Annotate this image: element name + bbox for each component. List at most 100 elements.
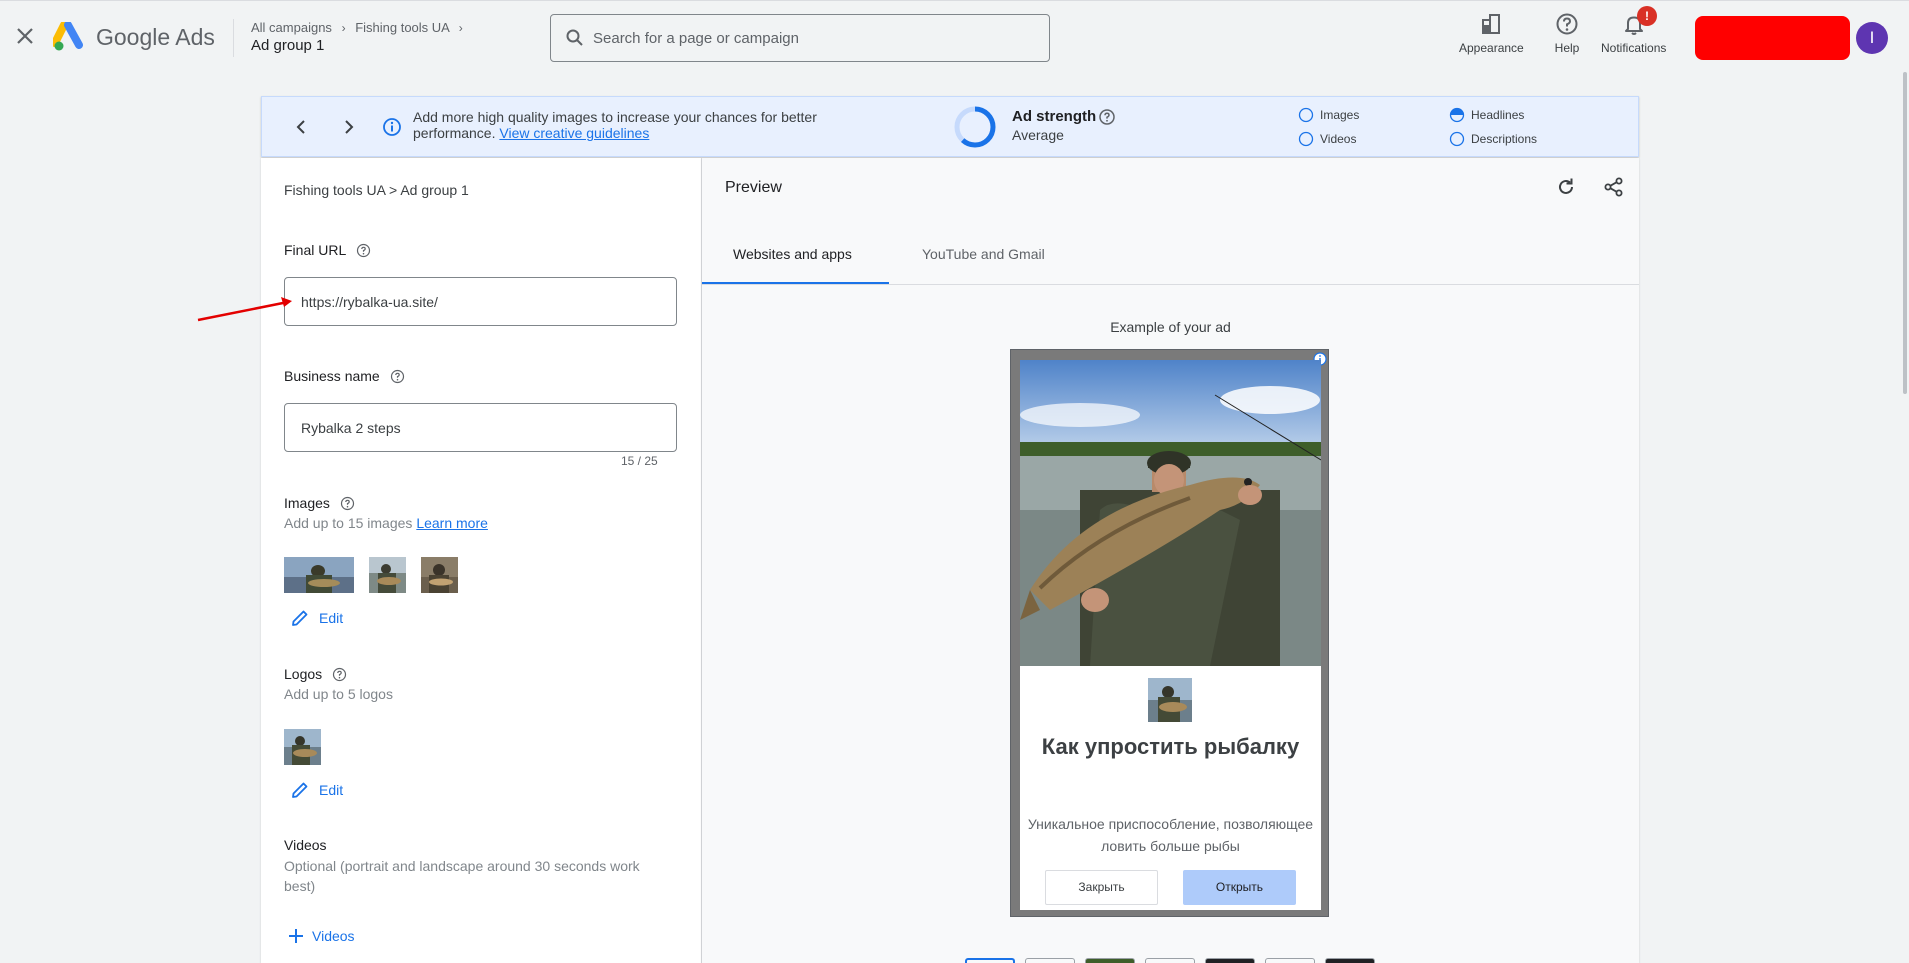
appearance-label: Appearance [1459, 41, 1524, 55]
preview-variant-thumb[interactable] [1025, 958, 1075, 963]
final-url-value: https://rybalka-ua.site/ [301, 294, 438, 310]
empty-circle-icon [1449, 131, 1465, 147]
edit-images-label: Edit [319, 610, 344, 626]
chevron-right-icon[interactable]: › [459, 21, 463, 35]
final-url-label: Final URL [284, 242, 371, 258]
final-url-field[interactable]: https://rybalka-ua.site/ [284, 277, 677, 326]
notifications-label: Notifications [1601, 41, 1667, 55]
logo-thumbnail[interactable] [284, 729, 321, 765]
tab-divider [702, 284, 1639, 285]
logos-hint: Add up to 5 logos [284, 686, 393, 702]
checklist-descriptions-label: Descriptions [1471, 132, 1538, 146]
checklist-images-label: Images [1320, 108, 1360, 122]
preview-variant-thumb[interactable] [1145, 958, 1195, 963]
breadcrumb-all-campaigns[interactable]: All campaigns [251, 20, 332, 35]
breadcrumb-current: Ad group 1 [251, 37, 325, 54]
add-videos-label: Videos [312, 928, 355, 944]
search-placeholder: Search for a page or campaign [593, 30, 799, 47]
business-name-value: Rybalka 2 steps [301, 420, 401, 436]
empty-circle-icon [1298, 107, 1314, 123]
avatar[interactable]: I [1856, 22, 1888, 54]
videos-hint: Optional (portrait and landscape around … [284, 858, 640, 894]
final-url-label-text: Final URL [284, 242, 346, 258]
help-button[interactable]: Help [1554, 11, 1580, 55]
chevron-right-icon: › [341, 21, 346, 35]
close-icon[interactable] [14, 25, 36, 47]
ad-form-panel: Fishing tools UA > Ad group 1 Final URL … [261, 158, 702, 963]
business-name-field[interactable]: Rybalka 2 steps [284, 403, 677, 452]
ad-main-image [1020, 360, 1321, 666]
plus-icon [289, 929, 303, 943]
refresh-icon[interactable] [1555, 176, 1577, 198]
top-bar: Google Ads All campaigns › Fishing tools… [0, 0, 1909, 73]
help-icon[interactable] [332, 667, 347, 682]
videos-label: Videos [284, 837, 327, 853]
preview-variant-thumb[interactable] [1205, 958, 1255, 963]
ad-close-button[interactable]: Закрыть [1045, 870, 1158, 905]
preview-variant-thumb[interactable] [1085, 958, 1135, 963]
preview-variant-thumb[interactable] [1265, 958, 1315, 963]
half-circle-icon [1449, 107, 1465, 123]
chevron-right-icon[interactable] [338, 116, 360, 138]
preview-variant-thumb[interactable] [1325, 958, 1375, 963]
share-icon[interactable] [1603, 176, 1625, 198]
header-divider [233, 19, 234, 57]
pencil-icon [292, 782, 308, 798]
ad-strength-value: Average [1012, 127, 1064, 143]
preview-title: Preview [725, 179, 782, 196]
preview-panel: Preview Websites and apps YouTube and Gm… [702, 158, 1639, 963]
preview-variant-thumb[interactable] [965, 958, 1015, 963]
help-icon[interactable] [356, 243, 371, 258]
ad-strength-title: Ad strength [1012, 108, 1097, 125]
notification-badge: ! [1637, 6, 1657, 26]
checklist-headlines-label: Headlines [1471, 108, 1525, 122]
business-name-label: Business name [284, 368, 405, 384]
help-icon[interactable] [1098, 108, 1116, 126]
help-icon [1556, 13, 1578, 35]
ad-headline: Как упростить рыбалку [1041, 734, 1300, 759]
business-name-label-text: Business name [284, 368, 380, 384]
brand-name: Google Ads [96, 24, 215, 50]
ad-preview-card: Как упростить рыбалку Уникальное приспос… [1010, 349, 1329, 917]
search-input[interactable]: Search for a page or campaign [550, 14, 1050, 62]
tab-websites-and-apps[interactable]: Websites and apps [733, 246, 852, 262]
chevron-left-icon[interactable] [290, 116, 312, 138]
tab-youtube-and-gmail[interactable]: YouTube and Gmail [922, 246, 1045, 262]
logos-label: Logos [284, 666, 347, 682]
ad-strength-ring [954, 106, 996, 148]
breadcrumb-campaign[interactable]: Fishing tools UA [355, 20, 449, 35]
images-label: Images [284, 495, 355, 511]
google-ads-logo [53, 22, 83, 51]
business-name-counter: 15 / 25 [621, 454, 658, 468]
appearance-icon [1482, 14, 1501, 34]
appearance-button[interactable]: Appearance [1459, 11, 1524, 55]
edit-logos-label: Edit [319, 782, 344, 798]
learn-more-link[interactable]: Learn more [416, 515, 488, 531]
creative-guidelines-link[interactable]: View creative guidelines [499, 125, 649, 141]
banner-message: Add more high quality images to increase… [413, 109, 873, 141]
page-scrollbar[interactable] [1903, 72, 1907, 394]
search-icon [566, 29, 583, 46]
help-icon[interactable] [340, 496, 355, 511]
checklist-videos-label: Videos [1320, 132, 1357, 146]
ad-open-button[interactable]: Открыть [1183, 870, 1296, 905]
ad-content[interactable]: Как упростить рыбалку Уникальное приспос… [1020, 360, 1321, 910]
image-thumbnail[interactable] [284, 557, 354, 593]
example-label: Example of your ad [1110, 319, 1231, 335]
ad-description: Уникальное приспособление, позволяющее л… [1027, 816, 1314, 854]
images-label-text: Images [284, 495, 330, 511]
pencil-icon [292, 610, 308, 626]
form-breadcrumb: Fishing tools UA > Ad group 1 [284, 182, 469, 198]
image-thumbnail[interactable] [369, 557, 406, 593]
ad-strength-banner: Add more high quality images to increase… [261, 96, 1639, 157]
images-hint: Add up to 15 images Learn more [284, 515, 488, 531]
logos-label-text: Logos [284, 666, 323, 682]
images-hint-text: Add up to 15 images [284, 515, 413, 531]
redacted-account-area [1695, 16, 1850, 60]
breadcrumb: All campaigns › Fishing tools UA › [251, 20, 469, 35]
empty-circle-icon [1298, 131, 1314, 147]
red-arrow-annotation [197, 297, 292, 322]
image-thumbnail[interactable] [421, 557, 458, 593]
ad-logo-image [1148, 678, 1192, 722]
help-icon[interactable] [390, 369, 405, 384]
